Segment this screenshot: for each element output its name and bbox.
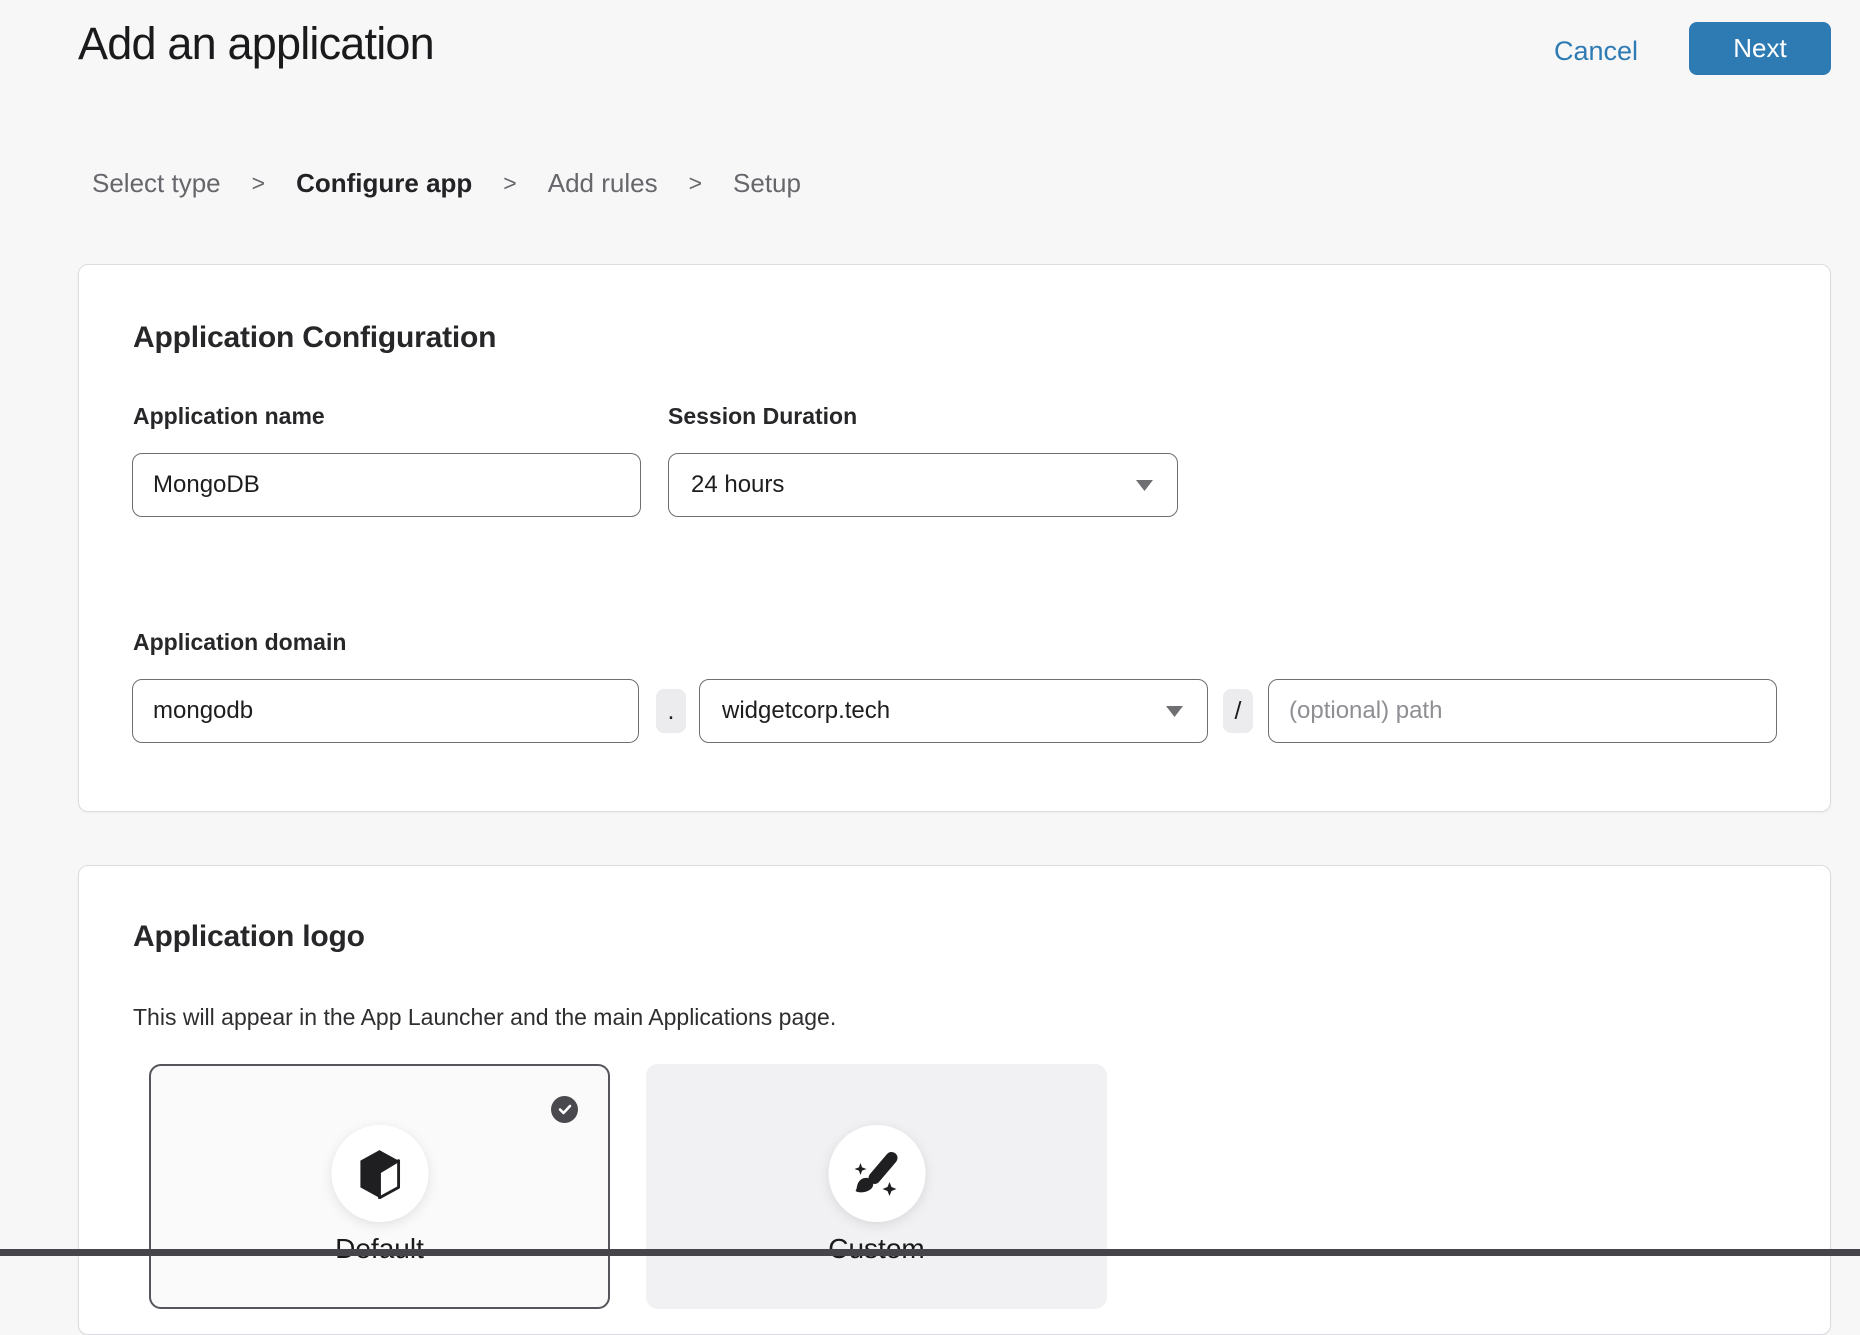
breadcrumb-step-configure-app[interactable]: Configure app [296,168,472,199]
session-duration-label: Session Duration [668,403,857,430]
paintbrush-icon [852,1149,902,1199]
application-logo-description: This will appear in the App Launcher and… [133,1004,836,1031]
logo-option-custom[interactable]: Custom [646,1064,1107,1309]
breadcrumb: Select type > Configure app > Add rules … [92,168,801,199]
domain-select[interactable]: widgetcorp.tech [699,679,1208,743]
application-domain-label: Application domain [133,629,346,656]
dot-separator: . [656,689,686,733]
breadcrumb-step-setup[interactable]: Setup [733,168,801,199]
breadcrumb-separator: > [252,170,265,197]
slash-separator: / [1223,689,1253,733]
chevron-down-icon [1166,706,1183,717]
application-name-label: Application name [133,403,325,430]
session-duration-select[interactable]: 24 hours [668,453,1178,517]
page-title: Add an application [78,18,434,70]
chevron-down-icon [1136,480,1153,491]
breadcrumb-separator: > [689,170,702,197]
application-configuration-heading: Application Configuration [133,321,496,355]
domain-select-value: widgetcorp.tech [722,697,890,725]
logo-option-default[interactable]: Default [149,1064,610,1309]
path-input[interactable] [1268,679,1777,743]
custom-logo-circle [828,1125,925,1222]
application-configuration-card: Application Configuration Application na… [78,264,1831,812]
screen-bottom-edge [0,1249,1860,1256]
application-name-input[interactable] [132,453,641,517]
next-button[interactable]: Next [1689,22,1831,75]
breadcrumb-separator: > [503,170,516,197]
check-icon [558,1104,572,1115]
cancel-button[interactable]: Cancel [1554,36,1638,67]
subdomain-input[interactable] [132,679,639,743]
application-logo-heading: Application logo [133,920,365,954]
cube-icon [359,1149,401,1199]
breadcrumb-step-add-rules[interactable]: Add rules [548,168,658,199]
breadcrumb-step-select-type[interactable]: Select type [92,168,221,199]
session-duration-value: 24 hours [691,471,784,499]
add-application-page: Add an application Cancel Next Select ty… [0,0,1860,1256]
selected-check-badge [551,1096,578,1123]
application-logo-card: Application logo This will appear in the… [78,865,1831,1335]
default-logo-circle [331,1125,428,1222]
